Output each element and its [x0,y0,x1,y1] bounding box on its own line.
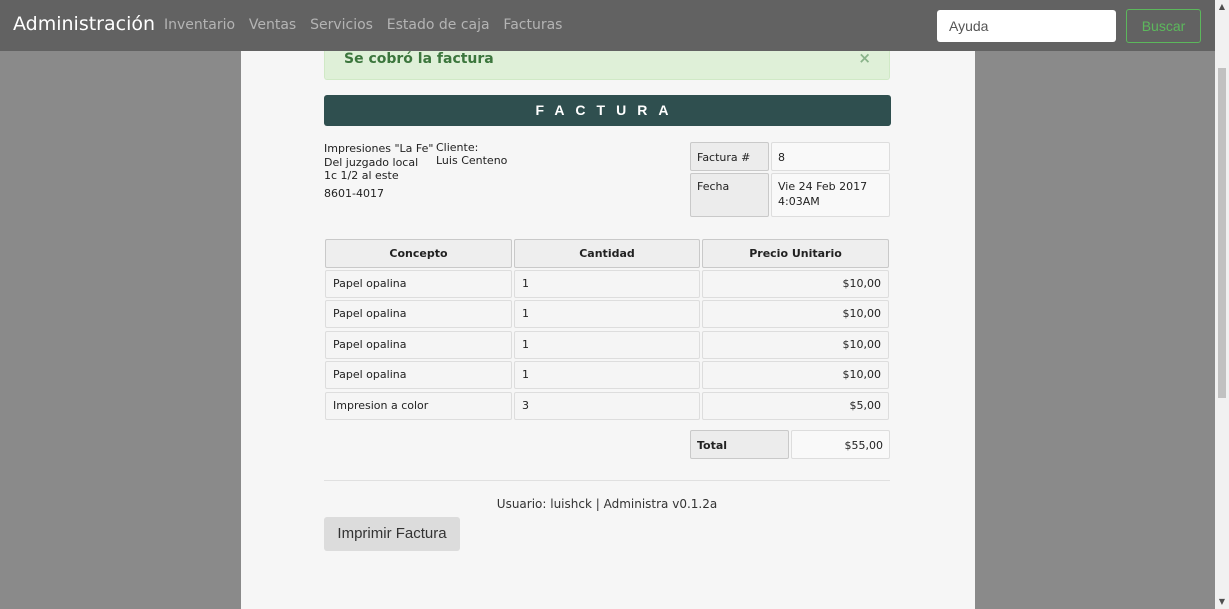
top-navbar: Administración Inventario Ventas Servici… [0,0,1215,51]
search-input[interactable] [937,10,1116,42]
column-header-cantidad: Cantidad [514,239,700,268]
nav-link-facturas[interactable]: Facturas [503,17,562,33]
invoice-date-value: Vie 24 Feb 2017 4:03AM [771,173,890,217]
company-name: Impresiones "La Fe" [324,142,434,155]
close-icon[interactable]: × [858,49,871,67]
invoice-date-label: Fecha [690,173,769,217]
alert-message: Se cobró la factura [344,51,494,67]
cell-concepto: Papel opalina [325,361,512,389]
invoice-page: Se cobró la factura × FACTURA Impresione… [241,0,975,609]
total-label: Total [690,430,789,459]
scroll-down-arrow-icon[interactable]: ▼ [1215,595,1229,609]
scroll-thumb[interactable] [1218,68,1226,398]
total-value: $55,00 [791,430,890,459]
company-phone: 8601-4017 [324,187,384,200]
client-info: Cliente: Luis Centeno [436,141,507,167]
invoice-title: FACTURA [324,95,891,126]
nav-link-servicios[interactable]: Servicios [310,17,373,33]
invoice-number-value: 8 [771,142,890,171]
company-info: Impresiones "La Fe" Del juzgado local 1c… [324,141,433,201]
cell-precio: $10,00 [702,331,889,359]
nav-link-inventario[interactable]: Inventario [164,17,235,33]
company-address-line-2: 1c 1/2 al este [324,169,399,182]
invoice-date: Vie 24 Feb 2017 [778,180,868,193]
column-header-concepto: Concepto [325,239,512,268]
client-name: Luis Centeno [436,154,508,167]
print-invoice-button[interactable]: Imprimir Factura [324,517,460,551]
cell-concepto: Papel opalina [325,331,512,359]
client-label: Cliente: [436,141,479,154]
cell-cantidad: 3 [514,392,700,420]
nav-link-ventas[interactable]: Ventas [249,17,296,33]
nav-links: Inventario Ventas Servicios Estado de ca… [164,17,572,33]
cell-cantidad: 1 [514,331,700,359]
vertical-scrollbar[interactable]: ▲ ▼ [1215,0,1229,609]
nav-link-estado-de-caja[interactable]: Estado de caja [387,17,490,33]
cell-cantidad: 1 [514,300,700,328]
cell-precio: $10,00 [702,270,889,298]
footer-user-version: Usuario: luishck | Administra v0.1.2a [496,497,718,511]
divider [324,480,890,481]
column-header-precio-unitario: Precio Unitario [702,239,889,268]
cell-precio: $10,00 [702,300,889,328]
invoice-number-label: Factura # [690,142,769,171]
invoice-time: 4:03AM [778,195,820,208]
search-button[interactable]: Buscar [1126,9,1201,43]
cell-cantidad: 1 [514,270,700,298]
company-address-line-1: Del juzgado local [324,156,419,169]
cell-concepto: Impresion a color [325,392,512,420]
scroll-up-arrow-icon[interactable]: ▲ [1215,0,1229,14]
cell-concepto: Papel opalina [325,270,512,298]
cell-concepto: Papel opalina [325,300,512,328]
brand-link[interactable]: Administración [13,13,155,35]
cell-precio: $5,00 [702,392,889,420]
cell-precio: $10,00 [702,361,889,389]
cell-cantidad: 1 [514,361,700,389]
